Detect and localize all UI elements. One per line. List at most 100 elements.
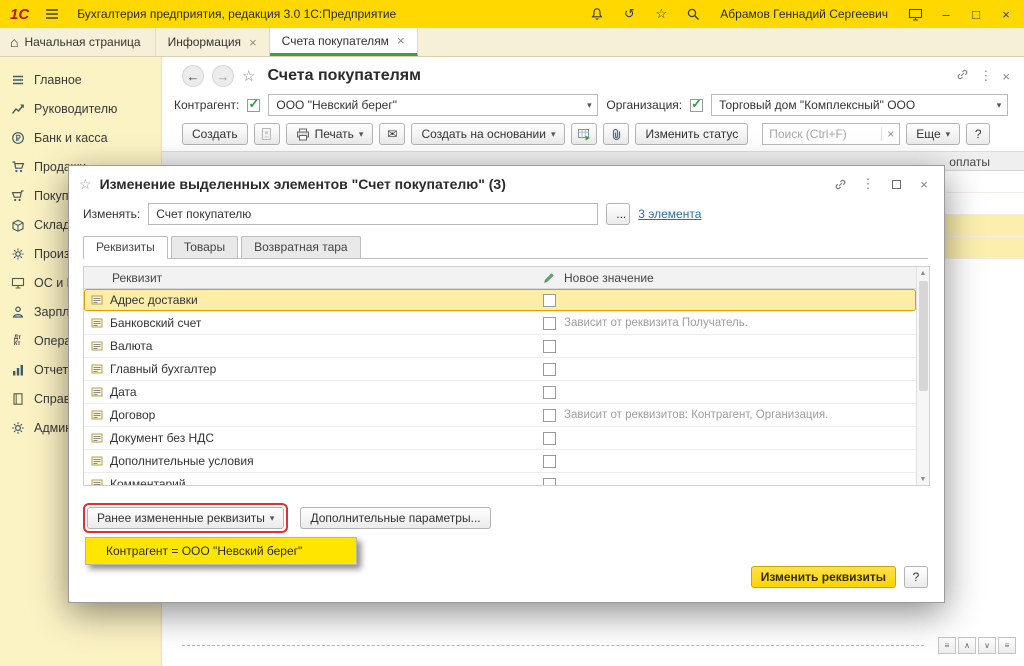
dt-kt-icon: ДтКт	[10, 333, 25, 348]
print-button[interactable]: Печать ▾	[286, 123, 374, 145]
attribute-checkbox[interactable]	[543, 409, 556, 422]
history-icon[interactable]: ↺	[616, 2, 642, 26]
additional-params-button[interactable]: Дополнительные параметры...	[300, 507, 490, 529]
more-icon[interactable]: ⋮	[979, 68, 992, 84]
tab-vozvratnaya-tara[interactable]: Возвратная тара	[241, 236, 361, 258]
attribute-row[interactable]: Дата	[84, 381, 916, 404]
tab-scheta-pokupatelyam[interactable]: Счета покупателям ×	[270, 28, 418, 56]
get-link-icon[interactable]	[830, 174, 850, 194]
monitor-icon[interactable]	[902, 2, 928, 26]
search-input[interactable]	[763, 125, 881, 143]
create-button[interactable]: Создать	[182, 123, 248, 145]
list-toolbar: Создать Печать ▾ ✉ Создать на основании …	[162, 121, 1024, 147]
sidebar-item-glavnoe[interactable]: Главное	[0, 65, 161, 94]
production-gear-icon	[10, 246, 25, 261]
scroll-down-button[interactable]: ∨	[978, 637, 996, 654]
maximize-button[interactable]: □	[964, 2, 988, 26]
favorite-star-icon[interactable]: ☆	[242, 67, 255, 85]
dialog-help-button[interactable]: ?	[904, 566, 928, 588]
page-title: Счета покупателям	[267, 67, 948, 85]
change-target-field[interactable]: Счет покупателю	[148, 203, 598, 225]
attribute-checkbox[interactable]	[543, 386, 556, 399]
copy-document-icon[interactable]	[254, 123, 280, 145]
notifications-bell-icon[interactable]	[584, 2, 610, 26]
apply-changes-button[interactable]: Изменить реквизиты	[751, 566, 896, 588]
attribute-icon	[84, 386, 110, 398]
bulk-edit-dialog: ☆ Изменение выделенных элементов "Счет п…	[68, 165, 945, 603]
choose-button[interactable]: ...	[606, 203, 630, 225]
attribute-row[interactable]: Договор Зависит от реквизитов: Контраген…	[84, 404, 916, 427]
attribute-checkbox[interactable]	[543, 455, 556, 468]
clear-search-icon[interactable]: ×	[881, 127, 899, 141]
email-envelope-icon[interactable]: ✉	[379, 123, 405, 145]
attribute-checkbox[interactable]	[543, 363, 556, 376]
tab-rekvizity[interactable]: Реквизиты	[83, 236, 168, 259]
favorites-star-icon[interactable]: ☆	[648, 2, 674, 26]
dialog-title: Изменение выделенных элементов "Счет пок…	[100, 176, 822, 192]
more-button[interactable]: Еще ▾	[906, 123, 960, 145]
elements-count-link[interactable]: 3 элемента	[638, 207, 701, 221]
scroll-down-icon[interactable]: ▼	[917, 473, 929, 485]
attribute-row[interactable]: Дополнительные условия	[84, 450, 916, 473]
list-settings-button[interactable]: ≡	[938, 637, 956, 654]
close-dialog-icon[interactable]: ×	[914, 174, 934, 194]
attribute-row[interactable]: Документ без НДС	[84, 427, 916, 450]
new-value-column-header: Новое значение	[564, 271, 916, 285]
attribute-row[interactable]: Банковский счет Зависит от реквизита Пол…	[84, 312, 916, 335]
more-icon[interactable]: ⋮	[858, 174, 878, 194]
organization-combobox[interactable]: Торговый дом "Комплексный" ООО ▾	[711, 94, 1008, 116]
tab-close-icon[interactable]: ×	[249, 35, 257, 50]
previously-changed-button[interactable]: Ранее измененные реквизиты ▾	[87, 507, 284, 529]
attribute-icon	[84, 432, 110, 444]
tab-label: Информация	[168, 35, 241, 49]
attribute-row[interactable]: Адрес доставки	[84, 289, 916, 312]
search-field[interactable]: ×	[762, 123, 900, 145]
counterparty-checkbox[interactable]: ✓	[247, 99, 260, 112]
attribute-icon	[84, 455, 110, 467]
create-based-on-button[interactable]: Создать на основании ▾	[411, 123, 565, 145]
forward-button[interactable]: →	[212, 65, 234, 87]
tab-tovary[interactable]: Товары	[171, 236, 238, 258]
trend-chart-icon	[10, 101, 25, 116]
maximize-dialog-icon[interactable]	[886, 174, 906, 194]
attribute-row[interactable]: Комментарий	[84, 473, 916, 486]
chevron-down-icon[interactable]: ▾	[991, 100, 1007, 111]
attribute-checkbox[interactable]	[543, 340, 556, 353]
user-menu[interactable]: Абрамов Геннадий Сергеевич	[712, 7, 896, 21]
tab-informatsiya[interactable]: Информация ×	[156, 28, 270, 56]
paperclip-icon[interactable]	[603, 123, 629, 145]
close-page-icon[interactable]: ×	[1002, 69, 1010, 84]
scroll-up-icon[interactable]: ▲	[917, 267, 929, 279]
attribute-checkbox[interactable]	[543, 432, 556, 445]
search-icon[interactable]	[680, 2, 706, 26]
post-register-icon[interactable]	[571, 123, 597, 145]
get-link-icon[interactable]	[956, 68, 969, 84]
scrollbar-thumb[interactable]	[919, 281, 928, 391]
tab-close-icon[interactable]: ×	[397, 33, 405, 48]
list-menu-button[interactable]: ≡	[998, 637, 1016, 654]
chevron-down-icon[interactable]: ▾	[581, 100, 597, 111]
attribute-checkbox[interactable]	[543, 294, 556, 307]
help-button[interactable]: ?	[966, 123, 990, 145]
sidebar-item-rukovoditelyu[interactable]: Руководителю	[0, 94, 161, 123]
organization-checkbox[interactable]: ✓	[690, 99, 703, 112]
horizontal-scrollbar[interactable]	[182, 645, 924, 646]
back-button[interactable]: ←	[182, 65, 204, 87]
attribute-icon	[84, 409, 110, 421]
scroll-up-button[interactable]: ∧	[958, 637, 976, 654]
counterparty-combobox[interactable]: ООО "Невский берег" ▾	[268, 94, 598, 116]
favorite-star-icon[interactable]: ☆	[79, 176, 92, 193]
attribute-checkbox[interactable]	[543, 317, 556, 330]
attribute-checkbox[interactable]	[543, 478, 556, 487]
tab-home[interactable]: ⌂ Начальная страница	[0, 28, 156, 56]
change-status-button[interactable]: Изменить статус	[635, 123, 748, 145]
attribute-row[interactable]: Валюта	[84, 335, 916, 358]
sidebar-item-bank-i-kassa[interactable]: Банк и касса	[0, 123, 161, 152]
main-menu-icon[interactable]	[39, 2, 65, 26]
minimize-button[interactable]: –	[934, 2, 958, 26]
settings-gear-icon	[10, 420, 25, 435]
dropdown-item[interactable]: Контрагент = ООО "Невский берег"	[86, 538, 356, 564]
vertical-scrollbar[interactable]: ▲ ▼	[916, 267, 929, 485]
attribute-row[interactable]: Главный бухгалтер	[84, 358, 916, 381]
close-button[interactable]: ×	[994, 2, 1018, 26]
